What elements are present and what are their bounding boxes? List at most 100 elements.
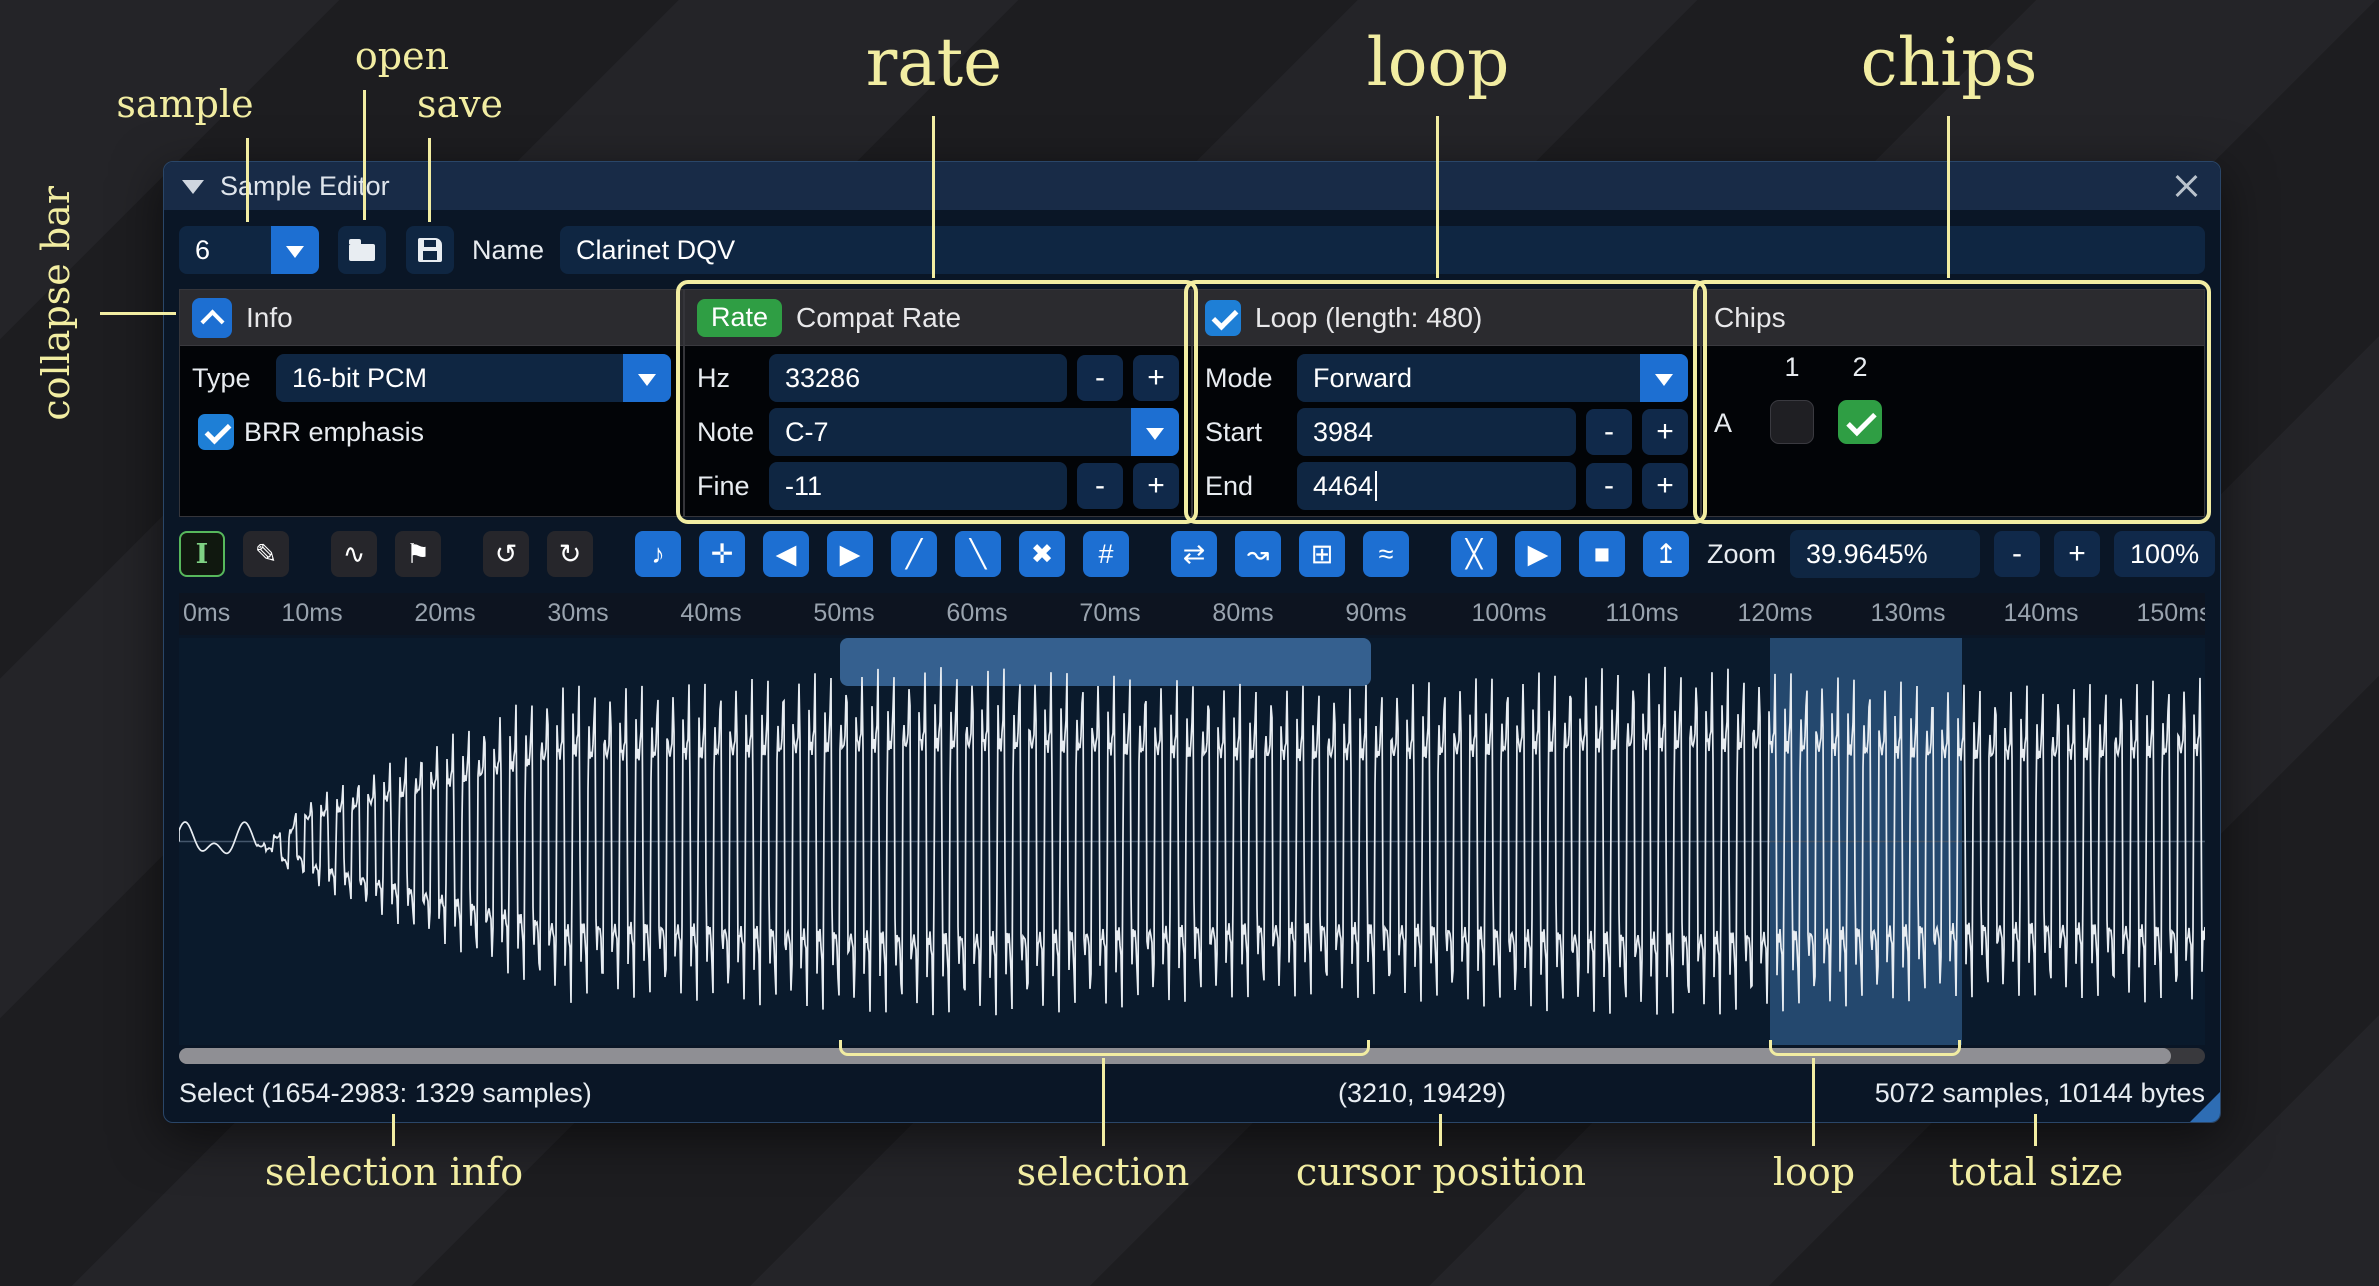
fine-input[interactable]: -11 [769,462,1067,510]
smooth-wave-icon: ≈ [1379,541,1394,568]
open-button[interactable] [338,226,386,274]
annotation-loop-region-label: loop [1773,1150,1855,1194]
sample-row: 6 Name Clarinet DQV [179,226,2205,274]
hz-plus-button[interactable]: + [1133,355,1179,401]
loop-end-minus-button[interactable]: - [1586,463,1632,509]
info-panel-header[interactable]: Info [180,290,683,346]
annotation-rate-label: rate [866,24,1002,101]
hz-minus-button[interactable]: - [1077,355,1123,401]
annotation-loop-label: loop [1367,24,1510,101]
edit-cursor-button[interactable]: I [179,531,225,577]
zoom-controls: Zoom 39.9645% - + 100% [1707,530,2215,578]
seek-back-button[interactable]: ◀ [763,531,809,577]
ruler-tick-label: 30ms [547,599,608,628]
ruler-tick-label: 60ms [946,599,1007,628]
insert-icon: ⊞ [1311,541,1334,568]
chip-column-2-label: 2 [1848,352,1872,383]
fine-plus-button[interactable]: + [1133,463,1179,509]
time-ruler[interactable]: 0ms10ms20ms30ms40ms50ms60ms70ms80ms90ms1… [179,593,2205,635]
trim-button[interactable]: # [1083,531,1129,577]
redo-button[interactable]: ↻ [547,531,593,577]
brr-emphasis-checkbox[interactable] [198,414,234,450]
flag-waveform-button[interactable]: ⚑ [395,531,441,577]
speaker-icon: ♪ [651,541,665,568]
seek-forward-button[interactable]: ▶ [827,531,873,577]
rate-button[interactable]: Rate [697,299,782,337]
fade-in-icon: ╱ [906,541,922,568]
chevron-down-icon [1655,374,1673,395]
type-dropdown-button[interactable] [623,354,671,402]
text-caret [1375,471,1377,501]
name-input[interactable]: Clarinet DQV [560,226,2205,274]
chip-row-a-label: A [1714,408,1732,439]
close-icon[interactable] [2170,170,2202,202]
delete-selection-button[interactable]: ✖ [1019,531,1065,577]
chip-column-1-label: 1 [1780,352,1804,383]
undo-button[interactable]: ↺ [483,531,529,577]
chevron-down-icon [638,374,656,395]
note-dropdown-button[interactable] [1131,408,1179,456]
collapse-panel-button[interactable] [192,298,232,338]
zoom-in-button[interactable]: + [2054,531,2100,577]
stop-button[interactable]: ■ [1579,531,1625,577]
zoom-reset-button[interactable]: 100% [2114,531,2215,577]
sample-number-dropdown-button[interactable] [271,226,319,274]
window-title: Sample Editor [220,171,390,202]
zoom-out-button[interactable]: - [1994,531,2040,577]
loop-start-minus-button[interactable]: - [1586,409,1632,455]
loop-end-value: 4464 [1313,471,1373,502]
reverse-button[interactable]: ⇄ [1171,531,1217,577]
chip-a1-checkbox[interactable] [1770,400,1814,444]
draw-mode-button[interactable]: ✎ [243,531,289,577]
fine-minus-button[interactable]: - [1077,463,1123,509]
crop-icon: # [1098,541,1113,568]
loop-panel-title: Loop (length: 480) [1255,302,1482,334]
ibeam-cursor-icon: I [196,541,209,568]
preview-sound-button[interactable]: ♪ [635,531,681,577]
loop-start-plus-button[interactable]: + [1642,409,1688,455]
loop-end-plus-button[interactable]: + [1642,463,1688,509]
loop-mode-select[interactable]: Forward [1297,354,1688,402]
horizontal-scrollbar[interactable] [179,1048,2205,1064]
marker-waveform-button[interactable]: ∿ [331,531,377,577]
crossfade-button[interactable]: ╳ [1451,531,1497,577]
loop-mode-dropdown-button[interactable] [1640,354,1688,402]
hz-label: Hz [697,363,759,394]
rate-panel: Rate Compat Rate Hz 33286 - + Note C-7 [684,289,1192,517]
fine-label: Fine [697,471,759,502]
type-select[interactable]: 16-bit PCM [276,354,671,402]
move-tool-button[interactable]: ✛ [699,531,745,577]
resample-button[interactable]: ↝ [1235,531,1281,577]
sample-editor-window: Sample Editor 6 Name Clarinet DQV Inf [163,161,2221,1123]
play-button[interactable]: ▶ [1515,531,1561,577]
titlebar[interactable]: Sample Editor [164,162,2220,210]
note-select[interactable]: C-7 [769,408,1179,456]
ruler-tick-label: 50ms [813,599,874,628]
waveform-view[interactable] [179,638,2205,1045]
annotation-open-label: open [355,34,449,78]
ruler-tick-label: 130ms [1870,599,1945,628]
rate-panel-header: Rate Compat Rate [685,290,1191,346]
play-icon: ▶ [1528,541,1549,568]
export-button[interactable]: ↥ [1643,531,1689,577]
filter-button[interactable]: ≈ [1363,531,1409,577]
name-label: Name [472,235,544,266]
rate-panel-title: Compat Rate [796,302,961,334]
fade-in-button[interactable]: ╱ [891,531,937,577]
resize-handle[interactable] [2190,1092,2220,1122]
window-collapse-icon[interactable] [182,180,204,205]
loop-enable-checkbox[interactable] [1205,300,1241,336]
loop-end-input[interactable]: 4464 [1297,462,1576,510]
loop-start-input[interactable]: 3984 [1297,408,1576,456]
toolbar: I✎∿⚑↺↻♪✛◀▶╱╲✖#⇄↝⊞≈╳▶■↥ Zoom 39.9645% - +… [179,528,2205,580]
ruler-tick-label: 70ms [1079,599,1140,628]
loop-panel: Loop (length: 480) Mode Forward Start 39… [1192,289,1701,517]
zoom-input[interactable]: 39.9645% [1790,530,1980,578]
hz-input[interactable]: 33286 [769,354,1067,402]
chip-a2-checkbox[interactable] [1838,400,1882,444]
save-button[interactable] [406,226,454,274]
scrollbar-thumb[interactable] [179,1048,2171,1064]
fade-out-button[interactable]: ╲ [955,531,1001,577]
sample-number-select[interactable]: 6 [179,226,319,274]
insert-silence-button[interactable]: ⊞ [1299,531,1345,577]
